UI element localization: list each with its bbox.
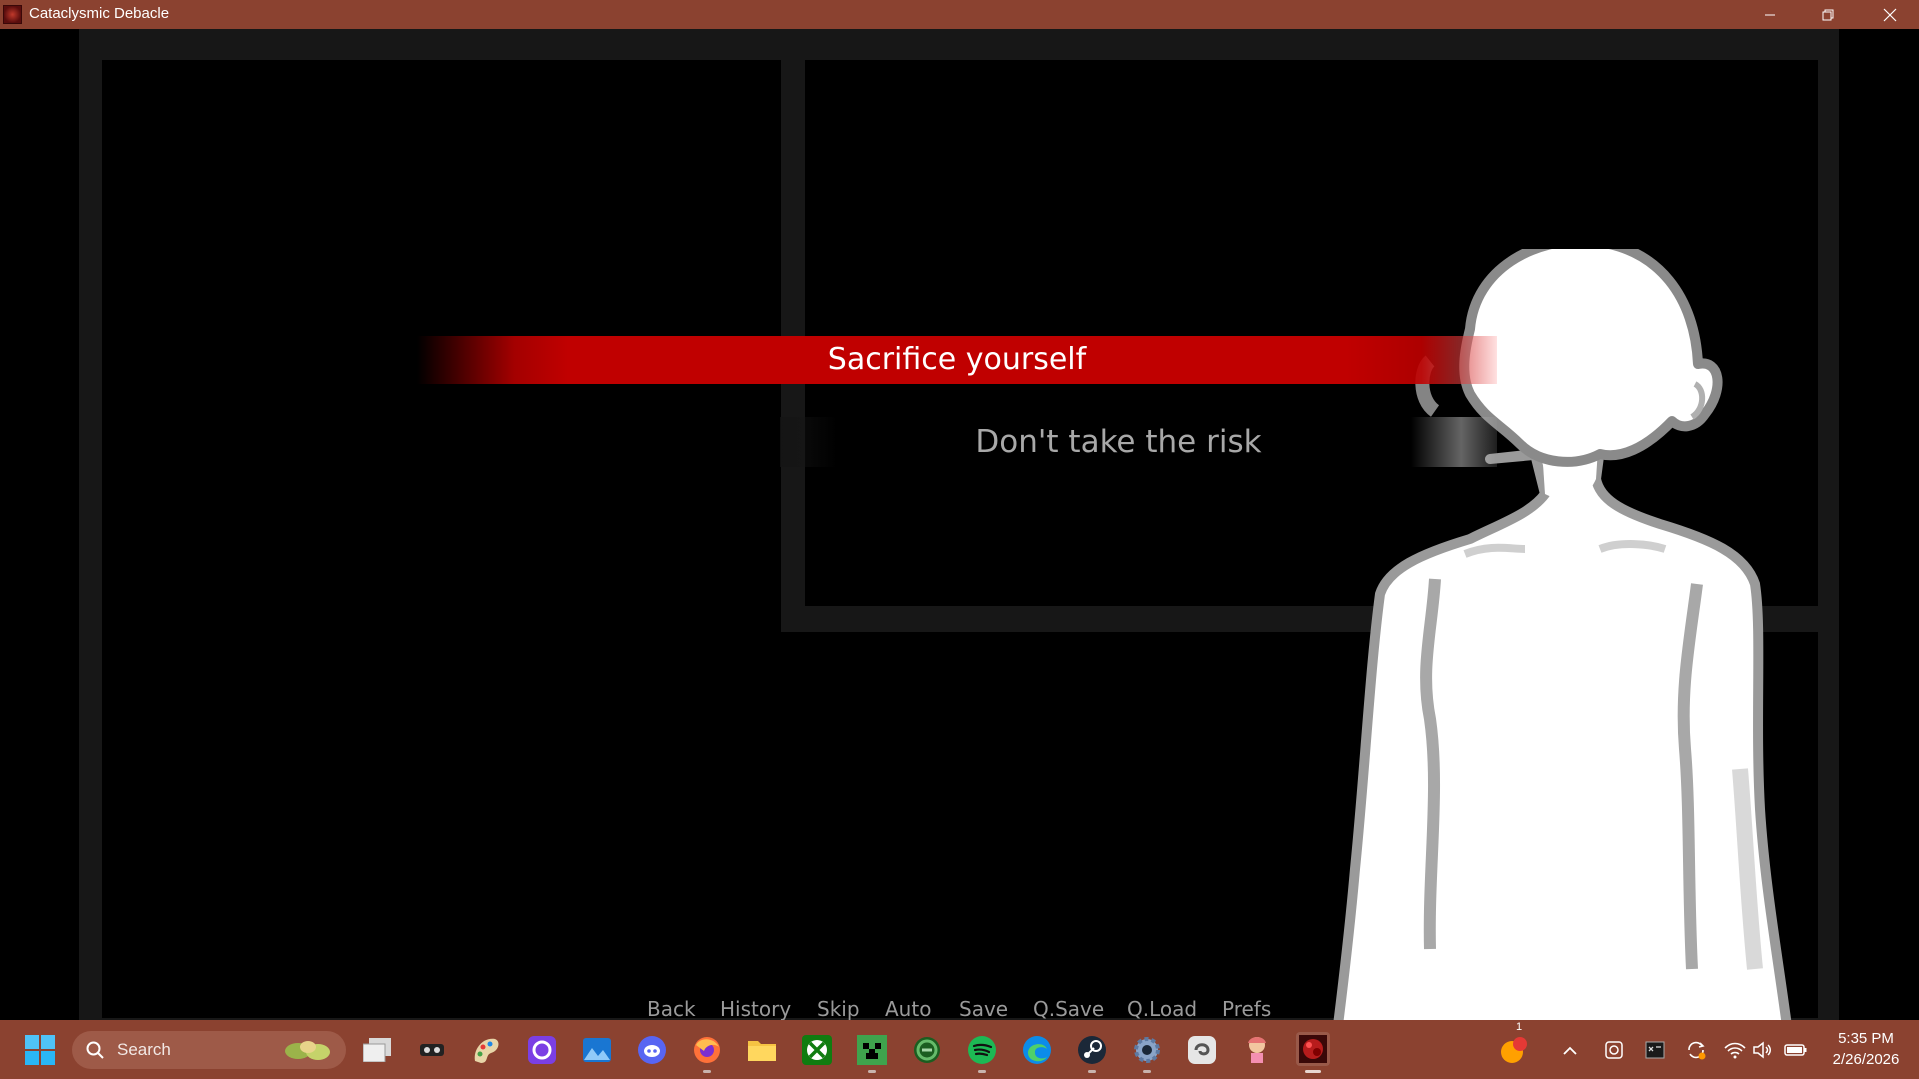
- choice-label: Don't take the risk: [975, 424, 1262, 460]
- quick-menu-qload[interactable]: Q.Load: [1127, 997, 1197, 1020]
- volume-icon[interactable]: [1751, 1034, 1775, 1066]
- spotify-icon[interactable]: [966, 1034, 998, 1066]
- sync-icon[interactable]: [1684, 1034, 1708, 1066]
- choice-sacrifice-yourself[interactable]: Sacrifice yourself: [417, 336, 1497, 384]
- app-icon[interactable]: [1186, 1034, 1218, 1066]
- app-icon[interactable]: [526, 1034, 558, 1066]
- cataclysmic-debacle-icon[interactable]: [1296, 1032, 1330, 1066]
- app-icon[interactable]: [911, 1034, 943, 1066]
- app-icon[interactable]: [1241, 1034, 1273, 1066]
- search-placeholder: Search: [117, 1040, 171, 1059]
- restore-icon: [1822, 9, 1834, 20]
- restore-button[interactable]: [1799, 0, 1857, 29]
- minimize-icon: [1765, 14, 1775, 15]
- notification-badge: 1: [1515, 1021, 1523, 1033]
- tray-app-icon[interactable]: [1602, 1034, 1626, 1066]
- quick-menu-back[interactable]: Back: [647, 997, 696, 1020]
- tray-app-icon[interactable]: [1643, 1034, 1667, 1066]
- minecraft-icon[interactable]: [856, 1034, 888, 1066]
- xbox-icon[interactable]: [801, 1034, 833, 1066]
- clock-date[interactable]: 2/26/2026: [1812, 1051, 1919, 1068]
- quick-menu-history[interactable]: History: [720, 997, 791, 1020]
- paint-icon[interactable]: [470, 1034, 502, 1066]
- close-icon: [1883, 8, 1897, 21]
- start-button[interactable]: [24, 1034, 56, 1066]
- close-button[interactable]: [1861, 0, 1919, 29]
- app-icon: [3, 5, 22, 24]
- quick-menu-prefs[interactable]: Prefs: [1222, 997, 1271, 1020]
- choice-label: Sacrifice yourself: [827, 342, 1087, 377]
- search-icon: [86, 1041, 104, 1059]
- firefox-icon[interactable]: [691, 1034, 723, 1066]
- steam-icon[interactable]: [1076, 1034, 1108, 1066]
- edge-icon[interactable]: [1021, 1034, 1053, 1066]
- choice-dont-take-the-risk[interactable]: Don't take the risk: [780, 417, 1497, 467]
- windows-start-icon: [25, 1035, 55, 1065]
- search-highlight-icon: [285, 1041, 330, 1060]
- clock-time[interactable]: 5:35 PM: [1812, 1030, 1919, 1047]
- battery-icon[interactable]: [1783, 1034, 1809, 1066]
- quick-menu-skip[interactable]: Skip: [817, 997, 860, 1020]
- minimize-button[interactable]: [1741, 0, 1799, 29]
- taskbar: Search 1 5:35 PM 2/26/2026: [0, 1020, 1919, 1079]
- quick-menu: Back History Skip Auto Save Q.Save Q.Loa…: [0, 997, 1919, 1020]
- quick-menu-save[interactable]: Save: [959, 997, 1008, 1020]
- game-viewport[interactable]: Sacrifice yourself Don't take the risk B…: [0, 29, 1919, 1020]
- settings-icon[interactable]: [1131, 1034, 1163, 1066]
- search-input[interactable]: Search: [72, 1031, 346, 1069]
- chevron-up-icon[interactable]: [1560, 1034, 1580, 1066]
- quick-menu-qsave[interactable]: Q.Save: [1033, 997, 1104, 1020]
- notification-app-icon[interactable]: [1498, 1035, 1530, 1067]
- app-icon[interactable]: [416, 1034, 448, 1066]
- window-title: Cataclysmic Debacle: [29, 5, 170, 22]
- quick-menu-auto[interactable]: Auto: [885, 997, 931, 1020]
- wifi-icon[interactable]: [1723, 1034, 1747, 1066]
- file-explorer-icon[interactable]: [746, 1034, 778, 1066]
- photos-icon[interactable]: [581, 1034, 613, 1066]
- title-bar: Cataclysmic Debacle: [0, 0, 1919, 29]
- discord-icon[interactable]: [636, 1034, 668, 1066]
- task-view-icon[interactable]: [361, 1034, 393, 1066]
